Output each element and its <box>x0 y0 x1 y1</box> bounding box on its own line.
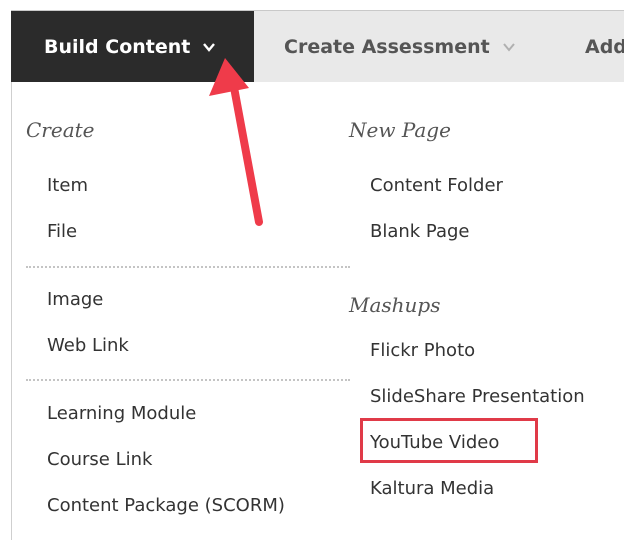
menu-item-item[interactable]: Item <box>47 175 88 196</box>
menu-item-kaltura-media[interactable]: Kaltura Media <box>370 478 494 499</box>
create-assessment-button[interactable]: Create Assessment <box>284 11 516 83</box>
add-menu-button[interactable]: Add <box>585 11 624 83</box>
chevron-down-icon <box>202 40 216 54</box>
menu-item-learning-module[interactable]: Learning Module <box>47 403 196 424</box>
create-assessment-label: Create Assessment <box>284 36 490 58</box>
menu-item-youtube-video[interactable]: YouTube Video <box>370 432 499 453</box>
menu-item-content-folder[interactable]: Content Folder <box>370 175 503 196</box>
menu-divider <box>26 379 350 381</box>
content-toolbar: Build Content Create Assessment Add <box>11 10 624 83</box>
menu-item-file[interactable]: File <box>47 221 77 242</box>
add-menu-label: Add <box>585 36 624 58</box>
chevron-down-icon <box>502 40 516 54</box>
menu-item-blank-page[interactable]: Blank Page <box>370 221 470 242</box>
menu-item-course-link[interactable]: Course Link <box>47 449 152 470</box>
menu-divider <box>26 266 350 268</box>
build-content-button[interactable]: Build Content <box>11 11 254 83</box>
mashups-heading: Mashups <box>349 293 441 317</box>
menu-item-image[interactable]: Image <box>47 289 103 310</box>
new-page-heading: New Page <box>349 118 451 142</box>
create-heading: Create <box>26 118 95 142</box>
build-content-dropdown: Create Item File Image Web Link Learning… <box>11 82 624 540</box>
menu-item-content-package[interactable]: Content Package (SCORM) <box>47 495 285 516</box>
menu-item-web-link[interactable]: Web Link <box>47 335 129 356</box>
menu-item-flickr-photo[interactable]: Flickr Photo <box>370 340 475 361</box>
build-content-label: Build Content <box>44 36 191 58</box>
menu-item-slideshare-presentation[interactable]: SlideShare Presentation <box>370 386 585 407</box>
